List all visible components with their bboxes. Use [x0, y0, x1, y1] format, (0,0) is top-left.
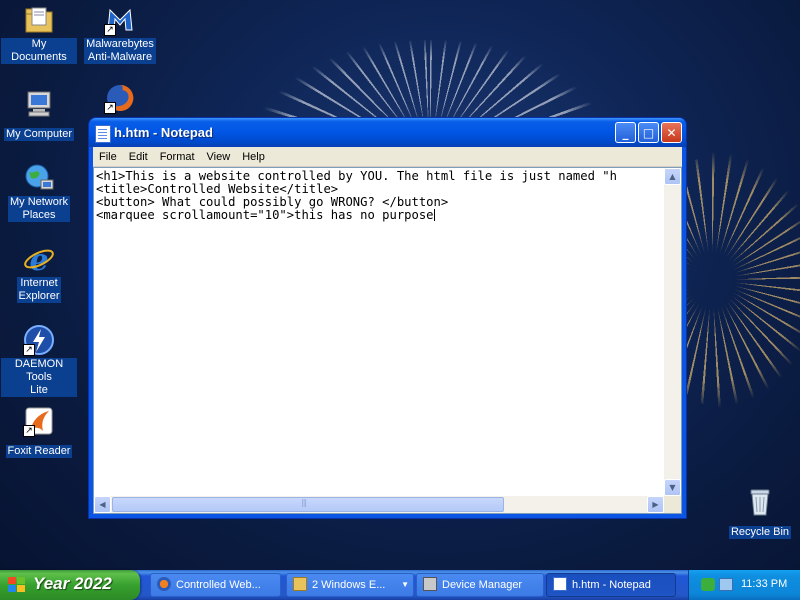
system-tray: 11:33 PM [688, 570, 800, 600]
taskbar: Year 2022 Controlled Web... 2 Windows E.… [0, 570, 800, 600]
horizontal-scroll-thumb[interactable] [112, 497, 504, 512]
notepad-window[interactable]: h.htm - Notepad _ □ ✕ File Edit Format V… [89, 118, 686, 518]
desktop-icon-malwarebytes[interactable]: ↗ Malwarebytes Anti-Malware [82, 4, 158, 64]
minimize-button[interactable]: _ [615, 122, 636, 143]
malwarebytes-icon: ↗ [104, 4, 136, 36]
desktop-icon-label: Foxit Reader [5, 445, 73, 458]
minimize-icon: _ [622, 126, 629, 140]
shortcut-arrow-icon: ↗ [23, 425, 35, 437]
notepad-icon [95, 125, 111, 143]
svg-text:e: e [29, 243, 48, 275]
desktop-icon-label: My Network Places [7, 196, 71, 222]
safely-remove-hardware-icon[interactable] [701, 578, 715, 591]
shortcut-arrow-icon: ↗ [104, 24, 116, 36]
desktop-icon-firefox[interactable]: ↗ [82, 82, 158, 116]
scroll-right-button[interactable]: ▶ [647, 496, 664, 513]
vertical-scrollbar[interactable]: ▲ ▼ [664, 168, 681, 496]
menu-help[interactable]: Help [236, 151, 271, 163]
desktop-icon-daemon-tools[interactable]: ↗ DAEMON Tools Lite [1, 324, 77, 397]
text-line: <marquee scrollamount="10">this has no p… [96, 208, 435, 222]
daemon-tools-icon: ↗ [23, 324, 55, 356]
shortcut-arrow-icon: ↗ [23, 344, 35, 356]
desktop-icon-my-network-places[interactable]: My Network Places [1, 162, 77, 222]
taskbar-item-controlled-website[interactable]: Controlled Web... [150, 573, 281, 597]
text-cursor [433, 209, 435, 221]
desktop-icon-my-documents[interactable]: My Documents [1, 4, 77, 64]
text-editor[interactable]: <h1>This is a website controlled by YOU.… [93, 167, 682, 514]
desktop-icon-internet-explorer[interactable]: e Internet Explorer [1, 243, 77, 303]
start-label: Year 2022 [33, 574, 112, 593]
horizontal-scrollbar[interactable]: ◀ ▶ [94, 496, 664, 513]
close-icon: ✕ [666, 126, 677, 140]
scroll-left-button[interactable]: ◀ [94, 496, 111, 513]
foxit-reader-icon: ↗ [23, 405, 55, 437]
menu-bar: File Edit Format View Help [93, 147, 682, 167]
folder-documents-icon [23, 4, 55, 36]
desktop-icon-foxit-reader[interactable]: ↗ Foxit Reader [1, 405, 77, 458]
scroll-down-button[interactable]: ▼ [664, 479, 681, 496]
network-icon [23, 162, 55, 194]
menu-view[interactable]: View [201, 151, 237, 163]
taskbar-item-device-manager[interactable]: Device Manager [416, 573, 544, 597]
scroll-up-button[interactable]: ▲ [664, 168, 681, 185]
taskbar-item-notepad[interactable]: h.htm - Notepad [546, 573, 676, 597]
chevron-down-icon: ▼ [401, 580, 409, 589]
text-area[interactable]: <h1>This is a website controlled by YOU.… [96, 170, 663, 495]
device-manager-icon [423, 577, 437, 591]
firefox-icon: ↗ [104, 82, 136, 114]
close-button[interactable]: ✕ [661, 122, 682, 143]
window-body: File Edit Format View Help <h1>This is a… [93, 147, 682, 514]
shortcut-arrow-icon: ↗ [104, 102, 116, 114]
network-status-icon[interactable] [719, 578, 733, 591]
window-title: h.htm - Notepad [114, 125, 213, 140]
menu-edit[interactable]: Edit [123, 151, 154, 163]
menu-format[interactable]: Format [154, 151, 201, 163]
internet-explorer-icon: e [23, 243, 55, 278]
maximize-button[interactable]: □ [638, 122, 659, 143]
menu-file[interactable]: File [93, 151, 123, 163]
desktop-icon-my-computer[interactable]: My Computer [1, 88, 77, 141]
computer-icon [23, 88, 55, 120]
folder-icon [293, 577, 307, 591]
start-button[interactable]: Year 2022 [0, 570, 140, 600]
notepad-icon [553, 577, 567, 591]
desktop-icon-recycle-bin[interactable]: Recycle Bin [722, 486, 798, 539]
scrollbar-corner [664, 496, 681, 513]
desktop-icon-label: Recycle Bin [728, 526, 792, 539]
maximize-icon: □ [642, 126, 655, 140]
windows-flag-icon [8, 577, 26, 593]
browser-icon [157, 577, 171, 591]
desktop-icon-label: My Documents [1, 38, 77, 64]
clock[interactable]: 11:33 PM [741, 578, 787, 590]
window-titlebar[interactable]: h.htm - Notepad _ □ ✕ [89, 118, 686, 147]
recycle-bin-icon [744, 486, 776, 518]
desktop-icon-label: My Computer [3, 128, 75, 141]
desktop-icon-label: Internet Explorer [16, 277, 62, 303]
taskbar-item-windows-explorer[interactable]: 2 Windows E... ▼ [286, 573, 414, 597]
desktop-icon-label: DAEMON Tools Lite [1, 358, 77, 397]
desktop-icon-label: Malwarebytes Anti-Malware [84, 38, 156, 64]
